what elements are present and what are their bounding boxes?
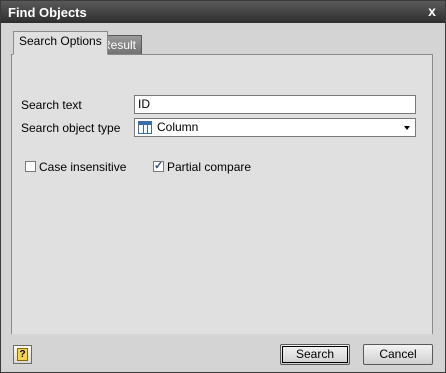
search-text-label: Search text <box>21 98 82 112</box>
case-insensitive-label[interactable]: Case insensitive <box>39 160 126 174</box>
object-type-select[interactable]: Column <box>134 118 416 137</box>
partial-compare-label[interactable]: Partial compare <box>167 160 251 174</box>
case-insensitive-checkbox[interactable] <box>25 161 36 172</box>
object-type-label: Search object type <box>21 121 121 135</box>
object-type-value: Column <box>157 120 199 134</box>
close-icon[interactable]: x <box>425 4 439 18</box>
search-text-input[interactable]: ID <box>134 95 416 114</box>
find-objects-dialog: Find Objects x Search Options Result Sea… <box>0 0 446 373</box>
tab-search-options[interactable]: Search Options <box>13 31 108 55</box>
help-icon: ? <box>17 348 28 361</box>
dialog-footer: ? Search Cancel <box>1 334 445 372</box>
dialog-body: Search Options Result Search text ID Sea… <box>1 23 445 372</box>
partial-compare-checkbox[interactable] <box>153 159 164 172</box>
search-button[interactable]: Search <box>280 344 350 365</box>
search-options-panel: Search text ID Search object type Column… <box>11 54 433 348</box>
cancel-button[interactable]: Cancel <box>363 344 433 365</box>
chevron-down-icon[interactable] <box>404 126 410 130</box>
window-title: Find Objects <box>8 5 87 20</box>
table-column-icon <box>138 121 152 134</box>
title-bar[interactable]: Find Objects x <box>1 1 445 23</box>
help-button[interactable]: ? <box>13 345 32 364</box>
